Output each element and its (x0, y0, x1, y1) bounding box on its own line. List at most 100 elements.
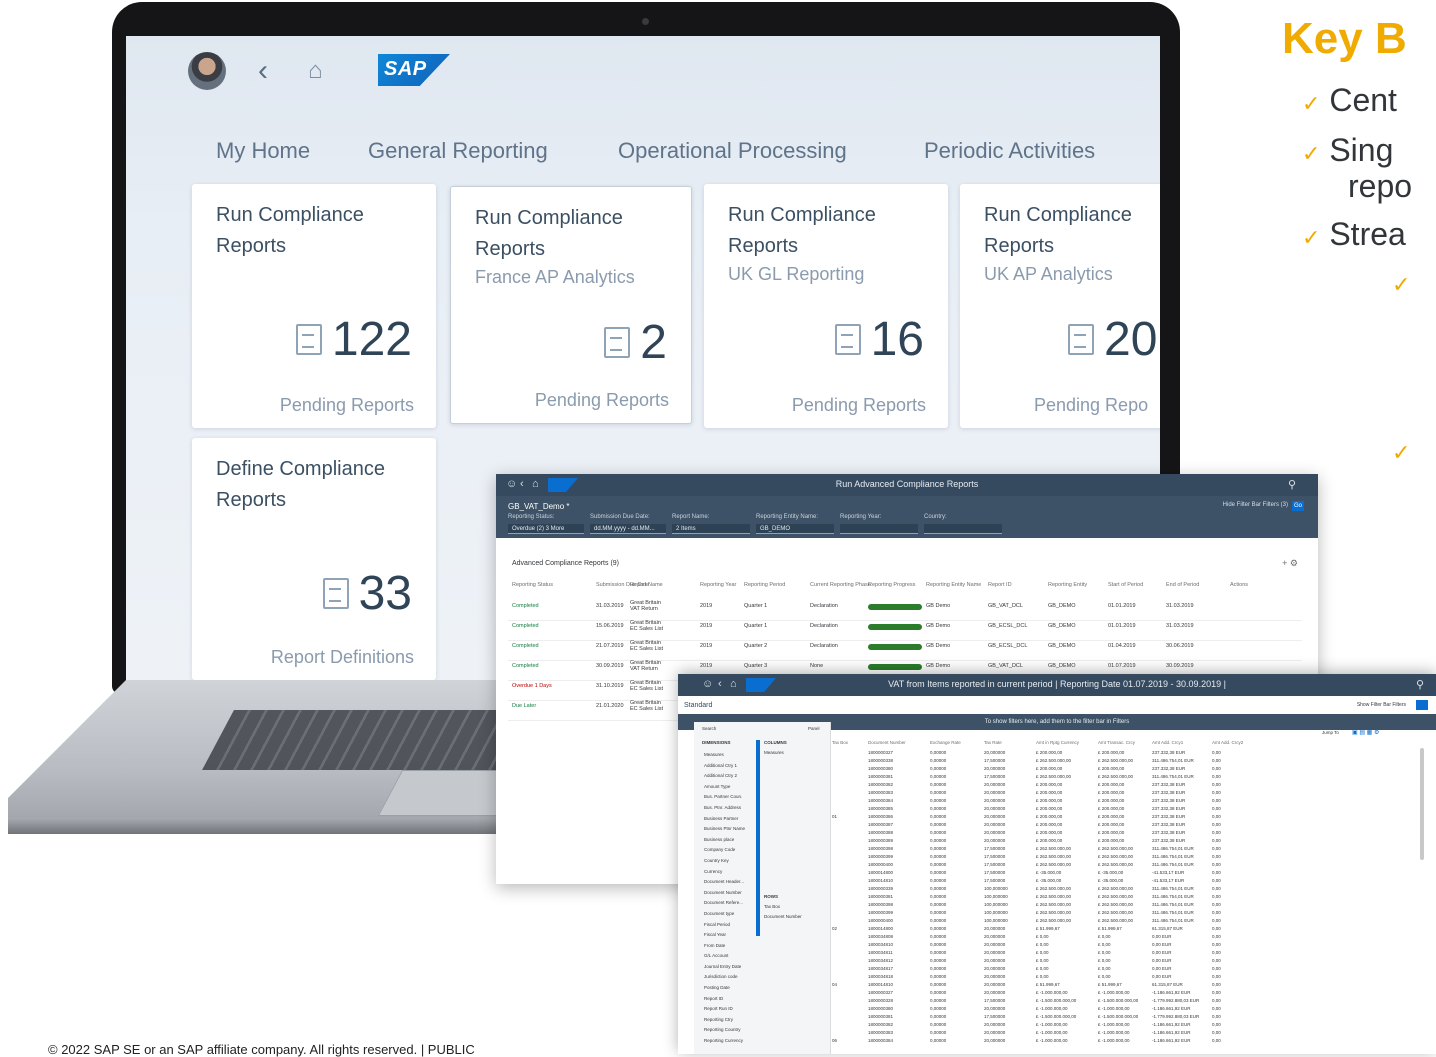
rows-item[interactable]: Tax Box (764, 904, 780, 909)
column-header[interactable]: End of Period (1166, 582, 1199, 588)
app-title[interactable]: VAT from Items reported in current perio… (678, 679, 1436, 689)
home-icon[interactable]: ⌂ (308, 56, 323, 86)
dimension-item[interactable]: Bus. Partner Coun. (700, 792, 756, 803)
dimension-item[interactable]: Business Partner (700, 814, 756, 825)
grid-scrollbar[interactable] (1420, 748, 1424, 860)
column-header[interactable]: Start of Period (1108, 582, 1143, 588)
dimension-item[interactable]: G/L Account (700, 951, 756, 962)
dimension-item[interactable]: Reporting Ctry (700, 1015, 756, 1026)
dimension-item[interactable]: Fiscal Period (700, 920, 756, 931)
tab-periodic-activities[interactable]: Periodic Activities (924, 138, 1095, 164)
grid-column-header[interactable]: Amt in Rptg Currency (1036, 740, 1079, 745)
filter-reporting-year[interactable] (840, 524, 918, 534)
filter-bar-links[interactable]: Hide Filter Bar Filters (3) (1223, 502, 1288, 508)
grid-column-header[interactable]: Exchange Rate (930, 740, 961, 745)
go-button[interactable] (1416, 700, 1428, 710)
grid-cell: 0,00000 (930, 894, 947, 899)
filter-reporting-entity[interactable]: GB_DEMO (756, 524, 834, 534)
tile-run-compliance-reports[interactable]: Run Compliance Reports 122 Pending Repor… (192, 184, 436, 428)
app-title[interactable]: Run Advanced Compliance Reports (496, 479, 1318, 489)
column-header[interactable]: Current Reporting Phase (810, 582, 871, 588)
grid-column-header[interactable]: Amt Add. Crcy2 (1212, 740, 1243, 745)
tile-kpi: 20 (1068, 312, 1157, 367)
tab-general-reporting[interactable]: General Reporting (368, 138, 548, 164)
dimension-item[interactable]: Bus. Ptnr. Address (700, 803, 756, 814)
grid-cell: 1800000400 (868, 918, 894, 923)
tab-my-home[interactable]: My Home (216, 138, 310, 164)
grid-column-header[interactable]: Amt Transac. Crcy (1098, 740, 1135, 745)
grid-cell: 0,00000 (930, 870, 947, 875)
rows-item[interactable]: Document Number (764, 914, 802, 919)
column-header[interactable]: Report Name (630, 582, 663, 588)
dimension-item[interactable]: Jurisdiction code (700, 972, 756, 983)
sap-logo[interactable]: SAP (378, 54, 450, 86)
dimension-item[interactable]: Measures (700, 750, 756, 761)
columns-item[interactable]: Measures (764, 750, 784, 755)
dimension-item[interactable]: Reporting Currency (700, 1036, 756, 1047)
dimension-item[interactable]: Amount Type (700, 782, 756, 793)
dimension-item[interactable]: Report Run ID (700, 1004, 756, 1015)
column-header[interactable]: Reporting Year (700, 582, 736, 588)
filter-country[interactable] (924, 524, 1002, 534)
tab-operational-processing[interactable]: Operational Processing (618, 138, 847, 164)
grid-cell: 20,000000 (984, 1022, 1006, 1027)
add-icon[interactable]: + ⚙ (1282, 558, 1298, 569)
search-icon[interactable]: ⚲ (1288, 478, 1296, 491)
grid-cell: 20,000000 (984, 966, 1006, 971)
tile-define-compliance-reports[interactable]: Define Compliance Reports 33 Report Defi… (192, 438, 436, 680)
grid-cell: £ -1.500.000.000,00 (1036, 1014, 1077, 1019)
dimension-item[interactable]: Country Key (700, 856, 756, 867)
dimension-item[interactable]: Reporting Country (700, 1025, 756, 1036)
dimension-item[interactable]: Additional Ctry 1 (700, 761, 756, 772)
variant-selector[interactable]: Standard (684, 698, 712, 714)
grid-toolbar-icons[interactable]: ▣ ▤ ▦ ⚙ (1352, 729, 1379, 736)
back-icon[interactable]: ‹ (258, 54, 268, 88)
dimension-item[interactable]: Posting Date (700, 983, 756, 994)
tile-uk-gl-reporting[interactable]: Run Compliance Reports UK GL Reporting 1… (704, 184, 948, 428)
dimension-item[interactable]: Journal Entry Date (700, 962, 756, 973)
grid-cell: £ 262.500.000,00 (1098, 854, 1134, 859)
table-cell: 30.06.2019 (1166, 643, 1194, 649)
filter-bar-links[interactable]: Show Filter Bar Filters (1357, 702, 1406, 708)
filter-reporting-status[interactable]: Overdue (2) 3 More (508, 524, 584, 534)
search-field[interactable]: Search (702, 726, 716, 731)
grid-cell: 0,00 (1212, 902, 1221, 907)
dimension-item[interactable]: Document Refere... (700, 898, 756, 909)
variant-selector[interactable]: GB_VAT_Demo * (508, 502, 570, 511)
column-header[interactable]: Reporting Status (512, 582, 553, 588)
dimension-item[interactable]: Business Ptnr Name (700, 824, 756, 835)
dimension-item[interactable]: Company Code (700, 845, 756, 856)
table-cell: 31.03.2019 (1166, 603, 1194, 609)
dimension-item[interactable]: Document type (700, 909, 756, 920)
column-header[interactable]: Reporting Period (744, 582, 785, 588)
dimension-item[interactable]: Additional Ctry 2 (700, 771, 756, 782)
dimension-item[interactable]: Document Header... (700, 877, 756, 888)
go-button[interactable]: Go (1292, 501, 1304, 511)
table-cell: 21.01.2020 (596, 703, 624, 709)
tax-box-cell: 01 (832, 814, 838, 819)
dimension-item[interactable]: Document Number (700, 888, 756, 899)
dimension-item[interactable]: From Date (700, 941, 756, 952)
filter-report-name[interactable]: 2 Items (672, 524, 750, 534)
grid-column-header[interactable]: Tax Rate (984, 740, 1002, 745)
column-header[interactable]: Actions (1230, 582, 1248, 588)
tile-uk-ap-analytics[interactable]: Run Compliance Reports UK AP Analytics 2… (960, 184, 1160, 428)
dimension-item[interactable]: Business place (700, 835, 756, 846)
column-header[interactable]: Reporting Entity (1048, 582, 1087, 588)
grid-column-header[interactable]: Document Number (868, 740, 906, 745)
grid-column-header[interactable]: Tax Box (832, 740, 848, 745)
filter-submission-due-date[interactable]: dd.MM.yyyy - dd.MM... (590, 524, 666, 534)
column-header[interactable]: Reporting Progress (868, 582, 915, 588)
check-icon: ✓ (1302, 225, 1321, 250)
jump-to[interactable]: Jump To (1322, 730, 1339, 735)
column-header[interactable]: Report ID (988, 582, 1012, 588)
dimension-item[interactable]: Report ID (700, 994, 756, 1005)
user-avatar[interactable] (188, 52, 226, 90)
column-header[interactable]: Reporting Entity Name (926, 582, 981, 588)
tile-france-ap-analytics[interactable]: Run Compliance Reports France AP Analyti… (450, 186, 692, 424)
dimension-item[interactable]: Currency (700, 867, 756, 878)
search-icon[interactable]: ⚲ (1416, 678, 1424, 691)
dimension-item[interactable]: Fiscal Year (700, 930, 756, 941)
panel-toggle[interactable]: Panel (808, 726, 820, 731)
grid-column-header[interactable]: Amt Add. Crcy1 (1152, 740, 1183, 745)
